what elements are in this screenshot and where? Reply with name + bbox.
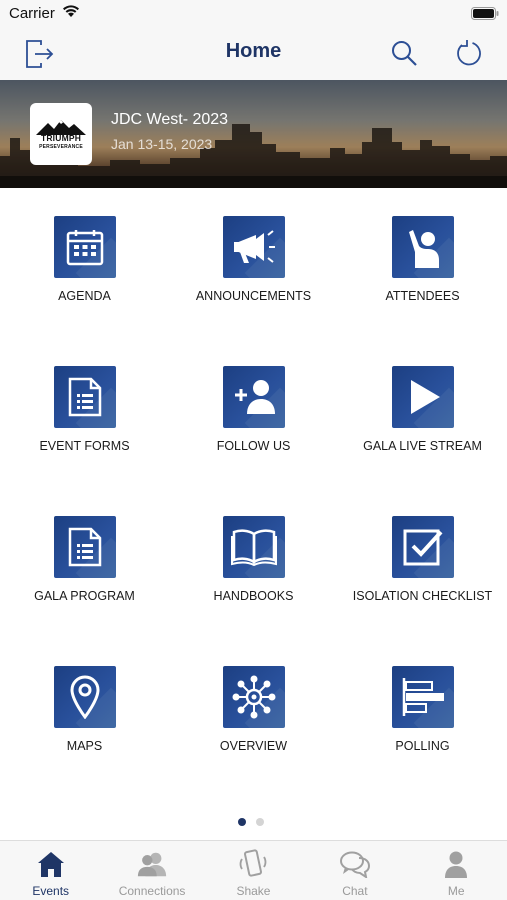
tile-gala-live-stream[interactable]: GALA LIVE STREAM xyxy=(338,338,507,478)
tab-bar: Events Connections Shake Chat Me xyxy=(0,840,507,900)
tab-label: Connections xyxy=(118,884,186,898)
shake-phone-icon xyxy=(237,849,269,879)
tab-label: Shake xyxy=(236,884,271,898)
search-icon xyxy=(392,41,417,66)
tile-agenda[interactable]: AGENDA xyxy=(0,188,169,328)
tile-label: ATTENDEES xyxy=(385,289,460,303)
people-icon xyxy=(136,849,168,879)
chat-icon xyxy=(339,849,371,879)
home-icon xyxy=(35,849,67,879)
tile-follow-us[interactable]: FOLLOW US xyxy=(169,338,338,478)
megaphone-icon xyxy=(223,216,285,278)
tab-label: Me xyxy=(447,884,465,898)
tile-event-forms[interactable]: EVENT FORMS xyxy=(0,338,169,478)
tab-label: Chat xyxy=(342,884,368,898)
tile-isolation-checklist[interactable]: ISOLATION CHECKLIST xyxy=(338,488,507,628)
book-icon xyxy=(223,516,285,578)
refresh-icon xyxy=(457,40,481,66)
tab-events[interactable]: Events xyxy=(0,841,101,900)
raised-hand-icon xyxy=(392,216,454,278)
tile-label: ANNOUNCEMENTS xyxy=(195,289,312,303)
battery-icon xyxy=(471,7,499,25)
carrier-label: Carrier xyxy=(9,5,55,22)
page-title: Home xyxy=(225,40,282,62)
tile-label: FOLLOW US xyxy=(216,439,291,453)
person-icon xyxy=(440,849,472,879)
tile-label: OVERVIEW xyxy=(219,739,288,753)
tile-polling[interactable]: POLLING xyxy=(338,638,507,778)
navigation-bar: Home xyxy=(0,28,507,80)
tile-handbooks[interactable]: HANDBOOKS xyxy=(169,488,338,628)
page-dot-1[interactable] xyxy=(238,818,246,826)
tile-maps[interactable]: MAPS xyxy=(0,638,169,778)
tile-overview[interactable]: OVERVIEW xyxy=(169,638,338,778)
map-pin-icon xyxy=(54,666,116,728)
tile-label: AGENDA xyxy=(58,289,111,303)
tab-chat[interactable]: Chat xyxy=(304,841,405,900)
event-logo: TRIUMPH PERSEVERANCE xyxy=(30,103,92,165)
tab-me[interactable]: Me xyxy=(406,841,507,900)
play-icon xyxy=(392,366,454,428)
tile-label: MAPS xyxy=(66,739,103,753)
event-dates: Jan 13-15, 2023 xyxy=(111,136,213,152)
tile-label: ISOLATION CHECKLIST xyxy=(352,589,493,603)
network-icon xyxy=(223,666,285,728)
tab-shake[interactable]: Shake xyxy=(203,841,304,900)
page-indicator[interactable] xyxy=(238,818,264,826)
wifi-icon xyxy=(62,4,80,23)
tile-label: GALA PROGRAM xyxy=(34,589,135,603)
tile-label: EVENT FORMS xyxy=(39,439,130,453)
document-icon xyxy=(54,366,116,428)
tab-label: Events xyxy=(32,884,70,898)
tab-connections[interactable]: Connections xyxy=(101,841,202,900)
logo-text-perseverance: PERSEVERANCE xyxy=(39,143,83,150)
add-person-icon xyxy=(223,366,285,428)
checkbox-icon xyxy=(392,516,454,578)
tile-announcements[interactable]: ANNOUNCEMENTS xyxy=(169,188,338,328)
tile-label: POLLING xyxy=(395,739,450,753)
tile-attendees[interactable]: ATTENDEES xyxy=(338,188,507,328)
tile-gala-program[interactable]: GALA PROGRAM xyxy=(0,488,169,628)
event-banner[interactable]: TRIUMPH PERSEVERANCE JDC West- 2023 Jan … xyxy=(0,80,507,188)
tile-label: GALA LIVE STREAM xyxy=(363,439,482,453)
page-dot-2[interactable] xyxy=(256,818,264,826)
event-title: JDC West- 2023 xyxy=(111,111,229,128)
search-button[interactable] xyxy=(387,36,421,70)
calendar-icon xyxy=(54,216,116,278)
refresh-button[interactable] xyxy=(452,36,486,70)
logo-text-triumph: TRIUMPH xyxy=(40,132,82,143)
status-bar: Carrier xyxy=(0,0,507,28)
document-icon xyxy=(54,516,116,578)
bar-chart-icon xyxy=(392,666,454,728)
tile-label: HANDBOOKS xyxy=(213,589,294,603)
